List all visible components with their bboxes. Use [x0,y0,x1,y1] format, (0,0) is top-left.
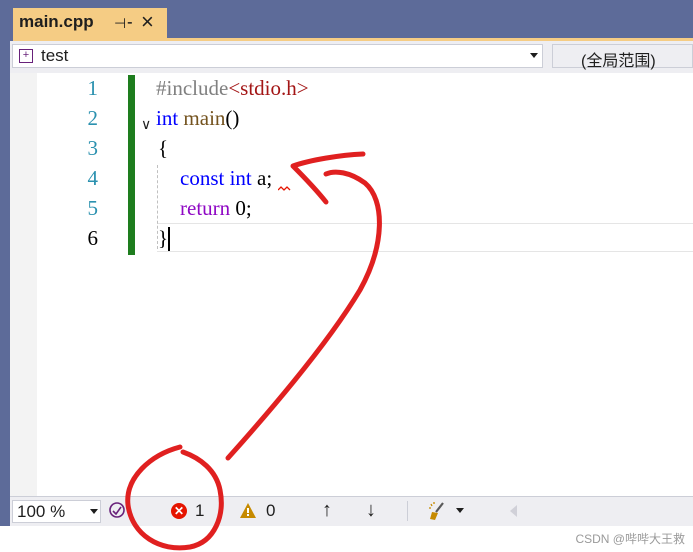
project-dropdown[interactable]: + test [12,44,543,68]
token-const: const [180,166,225,190]
current-line-highlight [157,223,693,252]
token-identifier: a; [257,166,273,190]
code-line-4: const int a; [180,166,272,191]
error-squiggle [278,186,291,191]
indicator-margin [10,73,37,496]
token-parens: () [225,106,240,130]
code-line-1: #include<stdio.h> [156,76,309,101]
line-number-current: 6 [87,226,99,250]
code-line-5: return 0; [180,196,252,221]
token-int: int [229,166,252,190]
tab-main-cpp[interactable]: main.cpp ⊣⁃ × [13,8,167,40]
token-function: main [183,106,226,130]
chevron-down-icon [90,509,98,514]
scope-dropdown[interactable]: (全局范围) [552,44,693,70]
project-label: test [41,46,69,65]
arrow-up-icon[interactable]: ↑ [322,499,332,522]
editor-status-bar: 100 % ✕ 1 0 ↑ ↓ [10,496,693,526]
change-tracking-bar [128,75,135,255]
close-icon[interactable]: × [141,9,154,35]
token-brace-close: } [158,226,169,250]
line-number: 3 [87,136,99,160]
token-return: return [180,196,231,220]
zoom-dropdown[interactable]: 100 % [12,500,101,523]
watermark: CSDN @哔哔大王救 [575,532,685,546]
code-cleanup-brush-icon[interactable] [428,500,450,522]
divider [407,501,408,521]
code-line-3: { [158,136,168,161]
token-value: 0; [235,196,252,220]
warning-icon[interactable] [239,502,257,519]
scroll-left-icon[interactable] [510,505,517,517]
line-number: 2 [87,106,99,130]
pin-icon[interactable]: ⊣⁃ [114,15,133,32]
error-icon[interactable]: ✕ [171,503,187,519]
scope-label: (全局范围) [581,53,656,70]
tab-title: main.cpp [19,12,94,31]
chevron-down-icon [530,53,538,58]
code-line-2: int main() [156,106,239,131]
line-number: 4 [87,166,99,190]
code-health-icon[interactable] [108,501,126,521]
code-editor[interactable]: 1 2 3 4 5 6 ∨ #include<stdio.h> int main… [10,73,693,496]
line-number: 1 [87,76,99,100]
fold-chevron-icon[interactable]: ∨ [141,116,151,133]
arrow-down-icon[interactable]: ↓ [366,499,376,522]
error-count[interactable]: 1 [195,501,204,521]
warning-count[interactable]: 0 [266,501,275,521]
navigation-bar: + test (全局范围) [10,41,693,73]
token-type: int [156,106,179,130]
project-icon: + [19,49,33,63]
code-line-6: } [158,226,168,251]
tab-strip: main.cpp ⊣⁃ × [0,0,693,40]
token-header: <stdio.h> [228,76,309,100]
bottom-strip: CSDN @哔哔大王救 [0,526,693,552]
line-number: 5 [87,196,99,220]
token-brace-open: { [158,136,169,160]
chevron-down-icon[interactable] [456,508,464,513]
token-include: #include [156,76,229,100]
text-caret [168,227,170,251]
zoom-value: 100 % [17,502,66,521]
